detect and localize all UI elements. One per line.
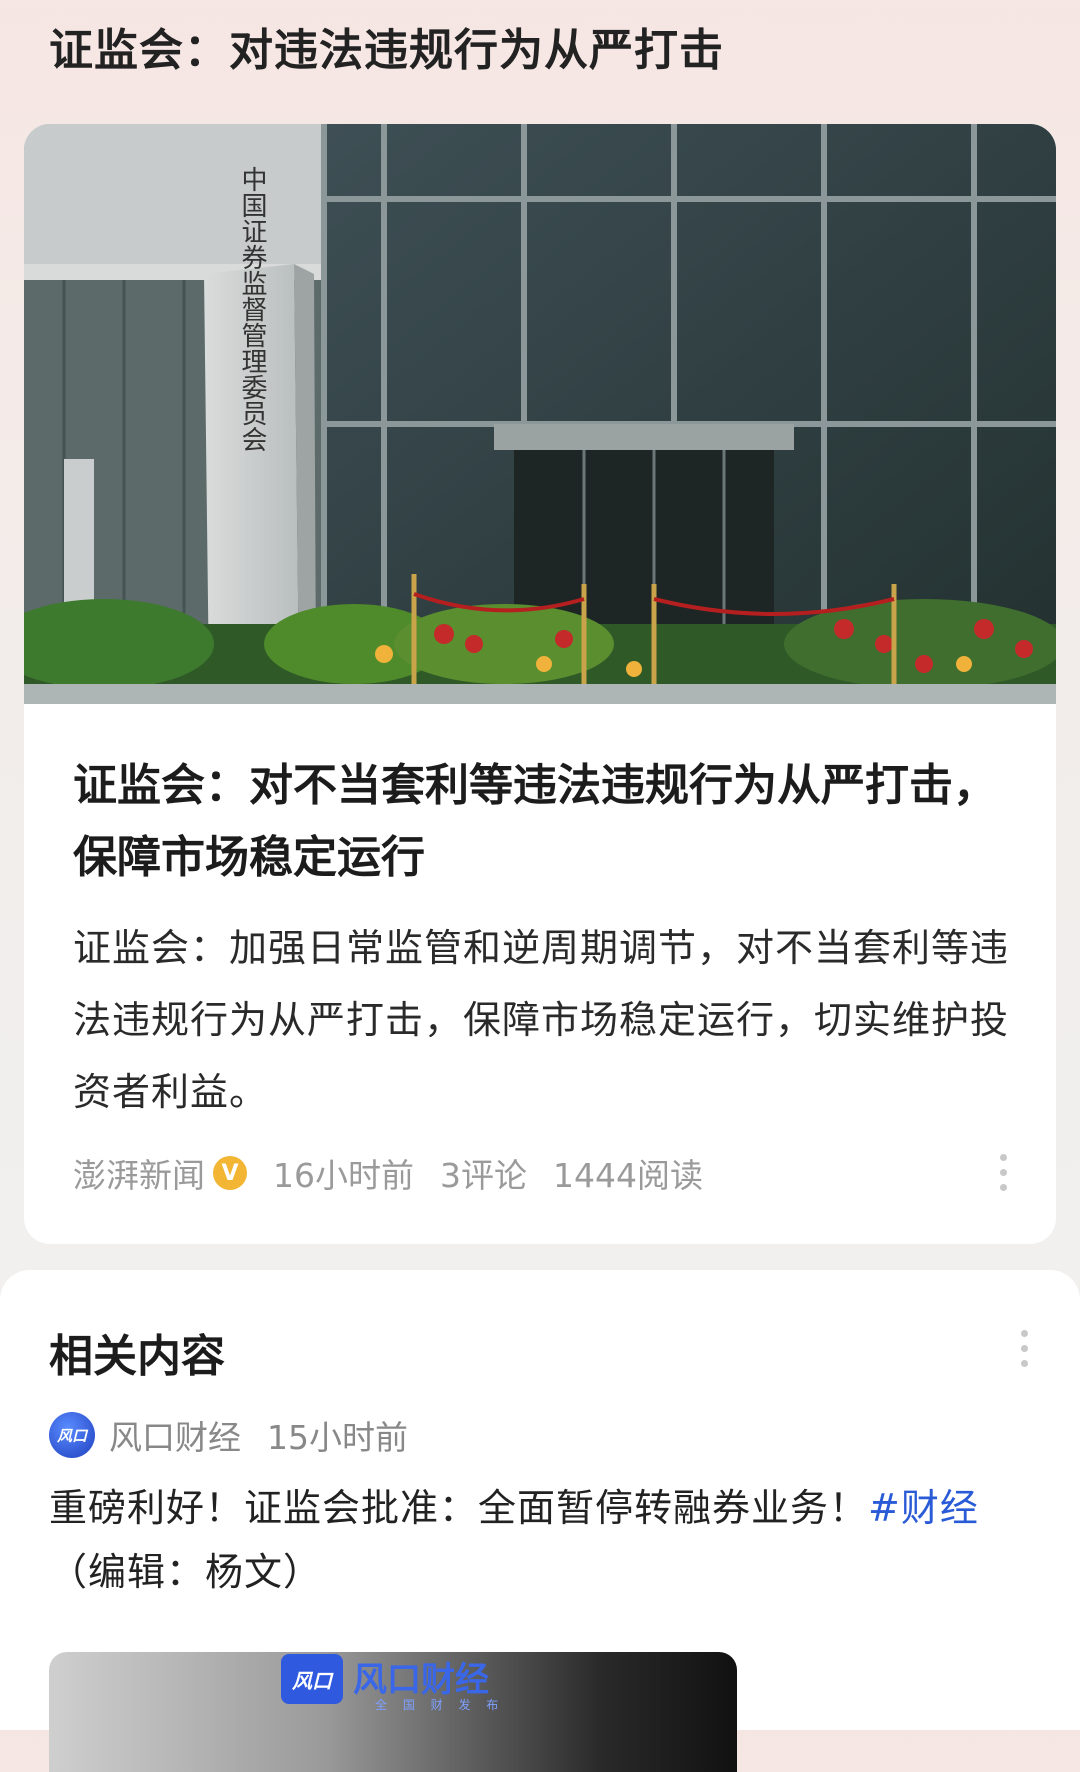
more-vertical-icon[interactable] [1000,1154,1010,1191]
article-meta: 澎湃新闻 V 16小时前 3评论 1444阅读 [73,1148,703,1198]
article-hero-image[interactable]: 中国证券监督管理委员会 [24,124,1056,704]
related-section: 相关内容 风口 风口财经 15小时前 重磅利好！证监会批准：全面暂停转融券业务！… [0,1270,1080,1772]
article-source[interactable]: 澎湃新闻 [73,1149,205,1197]
hashtag-link[interactable]: #财经 [868,1486,979,1530]
thumb-logo-icon: 风口 [281,1654,343,1704]
related-time: 15小时前 [267,1418,408,1457]
related-source-row: 风口 风口财经 15小时前 [49,1410,408,1460]
sign-text: 中国证券监督管理委员会 [237,166,267,452]
related-source[interactable]: 风口财经 [109,1411,241,1459]
article-title[interactable]: 证监会：对不当套利等违法违规行为从严打击，保障市场稳定运行 [73,750,1023,894]
related-title: 相关内容 [49,1331,225,1382]
related-post-text[interactable]: 重磅利好！证监会批准：全面暂停转融券业务！#财经 （编辑：杨文） [49,1476,1009,1604]
article-reads: 1444阅读 [553,1156,703,1195]
page-title: 证监会：对违法违规行为从严打击 [49,25,724,76]
article-card[interactable]: 中国证券监督管理委员会 证监会：对不当套利等违法违规行为从严打击，保障市场稳定运… [24,124,1056,1244]
thumb-sub: 全 国 财 发 布 [375,1698,505,1712]
thumb-brand: 风口财经 [353,1660,489,1700]
related-post-body: 重磅利好！证监会批准：全面暂停转融券业务！ [49,1486,869,1530]
verified-badge-icon: V [213,1156,247,1190]
article-comments[interactable]: 3评论 [440,1149,527,1197]
related-editor: （编辑：杨文） [49,1550,323,1594]
article-summary[interactable]: 证监会：加强日常监管和逆周期调节，对不当套利等违法违规行为从严打击，保障市场稳定… [73,912,1023,1128]
related-thumbnail[interactable]: 风口 风口财经 全 国 财 发 布 [49,1652,737,1772]
source-logo-icon: 风口 [49,1412,95,1458]
article-time: 16小时前 [273,1156,414,1195]
more-vertical-icon[interactable] [1021,1330,1031,1367]
